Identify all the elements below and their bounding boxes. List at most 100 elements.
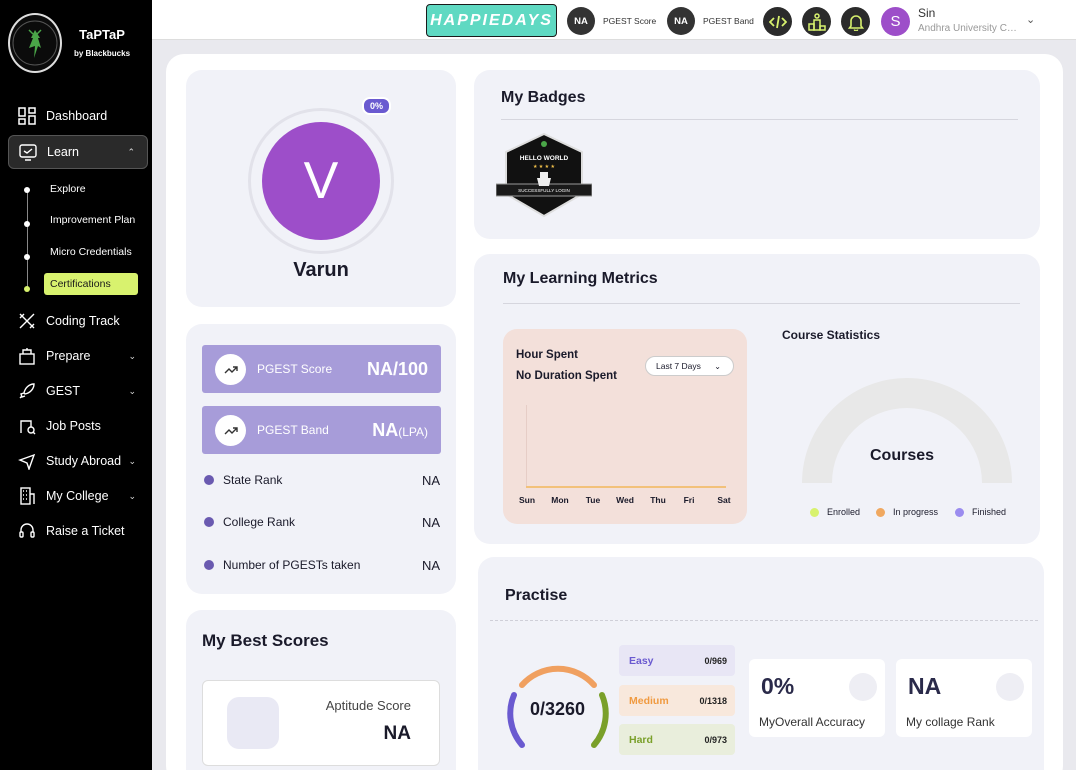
difficulty-easy[interactable]: Easy 0/969	[619, 645, 735, 676]
brand-logo[interactable]: TaPTaP by Blackbucks	[8, 13, 130, 73]
rank-value: NA	[421, 472, 440, 488]
aptitude-score-box[interactable]: Aptitude Score NA	[202, 680, 440, 766]
difficulty-label: Hard	[629, 733, 653, 746]
aptitude-icon	[227, 697, 279, 749]
difficulty-value: 0/1318	[699, 695, 727, 706]
pgest-score-bar[interactable]: PGEST Score NA/100	[202, 345, 441, 393]
sidebar-item-job-posts[interactable]: Job Posts	[8, 409, 148, 443]
accuracy-value: 0%	[761, 673, 795, 699]
courses-gauge	[802, 378, 1012, 483]
code-icon[interactable]	[763, 7, 792, 36]
leaderboard-icon[interactable]	[802, 7, 831, 36]
rank-value: NA	[421, 557, 440, 573]
difficulty-hard[interactable]: Hard 0/973	[619, 724, 735, 755]
college-rank-value: NA	[908, 673, 942, 699]
accuracy-label: MyOverall Accuracy	[759, 715, 866, 729]
difficulty-medium[interactable]: Medium 0/1318	[619, 685, 735, 716]
profile-avatar: V	[262, 122, 380, 240]
day-label: Tue	[585, 495, 601, 505]
hello-world-badge[interactable]: HELLO WORLD ★ ★ ★ ★ SUCCESSFULLY LOGIN	[495, 132, 593, 223]
college-rank-icon	[996, 673, 1024, 701]
range-select[interactable]: Last 7 Days ⌄	[645, 356, 734, 376]
legend-dot	[810, 507, 819, 517]
sidebar-item-raise-ticket[interactable]: Raise a Ticket	[8, 514, 148, 548]
building-icon	[18, 487, 36, 505]
dashed-divider	[490, 620, 1038, 621]
job-icon	[18, 417, 36, 435]
badges-card: My Badges HELLO WORLD ★ ★ ★ ★ SUCCESSFUL…	[474, 70, 1040, 239]
day-label: Sat	[717, 495, 731, 505]
difficulty-label: Medium	[629, 694, 669, 707]
plane-icon	[18, 452, 36, 470]
sidebar-item-label: My College	[46, 489, 109, 503]
brand-name: TaPTaP	[79, 26, 125, 42]
user-name: Sin	[918, 6, 936, 20]
sidebar-item-dashboard[interactable]: Dashboard	[8, 99, 148, 133]
day-label: Thu	[650, 495, 666, 505]
sidebar-item-study-abroad[interactable]: Study Abroad ⌄	[8, 444, 148, 478]
rank-label: Number of PGESTs taken	[223, 558, 361, 572]
day-label: Fri	[683, 495, 695, 505]
overall-accuracy-box: 0% MyOverall Accuracy	[749, 659, 885, 737]
aptitude-score-value: NA	[383, 723, 411, 744]
chart-y-axis	[526, 405, 527, 487]
sidebar-item-my-college[interactable]: My College ⌄	[8, 479, 148, 513]
chevron-down-icon: ⌄	[128, 385, 136, 396]
trending-up-icon	[215, 414, 246, 446]
best-scores-card: My Best Scores Aptitude Score NA	[186, 610, 456, 770]
top-bar: HAPPIEDAYS NA PGEST Score NA PGEST Band …	[152, 0, 1076, 40]
pgest-band-unit: (LPA)	[398, 424, 428, 439]
bell-icon[interactable]	[841, 7, 870, 36]
profile-name: Varun	[293, 259, 349, 281]
sidebar-item-label: Raise a Ticket	[46, 524, 125, 538]
sidebar-subitem-explore[interactable]: Explore	[44, 178, 86, 200]
legend-dot	[876, 507, 885, 517]
sidebar-item-gest[interactable]: GEST ⌄	[8, 374, 148, 408]
pgest-band-label: PGEST Band	[257, 423, 329, 437]
svg-text:★ ★ ★ ★: ★ ★ ★ ★	[533, 164, 556, 170]
rank-value: NA	[421, 514, 440, 530]
bullet-dot	[204, 475, 214, 485]
brand-sub: by Blackbucks	[74, 48, 131, 58]
courses-label: Courses	[869, 447, 935, 464]
pgest-band-bar[interactable]: PGEST Band NA(LPA)	[202, 406, 441, 454]
sidebar-item-coding-track[interactable]: Coding Track	[8, 304, 148, 338]
sidebar-subitem-improvement-plan[interactable]: Improvement Plan	[44, 209, 135, 231]
rank-row-state: State Rank NA	[204, 472, 440, 488]
sidebar-item-prepare[interactable]: Prepare ⌄	[8, 339, 148, 373]
hour-spent-label: Hour Spent	[516, 349, 578, 361]
legend-enrolled: Enrolled	[810, 507, 860, 517]
trending-up-icon	[215, 353, 246, 385]
subnav-dot	[24, 254, 30, 260]
sidebar-subitem-certifications[interactable]: Certifications	[44, 273, 138, 295]
badges-title: My Badges	[501, 89, 586, 106]
user-avatar[interactable]: S	[881, 7, 910, 36]
bullet-dot	[204, 517, 214, 527]
sidebar-subitem-micro-credentials[interactable]: Micro Credentials	[44, 241, 132, 263]
divider	[501, 119, 1018, 120]
sidebar-item-label: Coding Track	[46, 314, 120, 328]
sidebar-item-learn[interactable]: Learn ⌃	[8, 135, 148, 169]
chevron-down-icon: ⌄	[714, 361, 721, 371]
pgest-band-badge[interactable]: NA	[667, 7, 695, 35]
happiedays-button[interactable]: HAPPIEDAYS	[426, 4, 557, 37]
accuracy-icon	[849, 673, 877, 701]
coding-icon	[18, 312, 36, 330]
day-label: Wed	[616, 495, 634, 505]
sidebar-item-label: Job Posts	[46, 419, 101, 433]
pgest-score-badge[interactable]: NA	[567, 7, 595, 35]
practise-title: Practise	[505, 587, 568, 604]
legend-dot	[955, 507, 964, 517]
headset-icon	[18, 522, 36, 540]
pgest-band-value-wrap: NA(LPA)	[372, 420, 428, 441]
chevron-down-icon[interactable]: ⌄	[1026, 13, 1035, 26]
hours-spent-card: Hour Spent No Duration Spent Last 7 Days…	[503, 329, 747, 524]
sidebar-item-label: Prepare	[46, 349, 91, 363]
subnav-line	[27, 190, 28, 290]
chevron-down-icon: ⌄	[128, 350, 136, 361]
learning-metrics-title: My Learning Metrics	[503, 270, 658, 287]
divider	[503, 303, 1020, 304]
pgest-score-label: PGEST Score	[257, 362, 333, 376]
bullet-dot	[204, 560, 214, 570]
best-scores-title: My Best Scores	[202, 631, 329, 650]
